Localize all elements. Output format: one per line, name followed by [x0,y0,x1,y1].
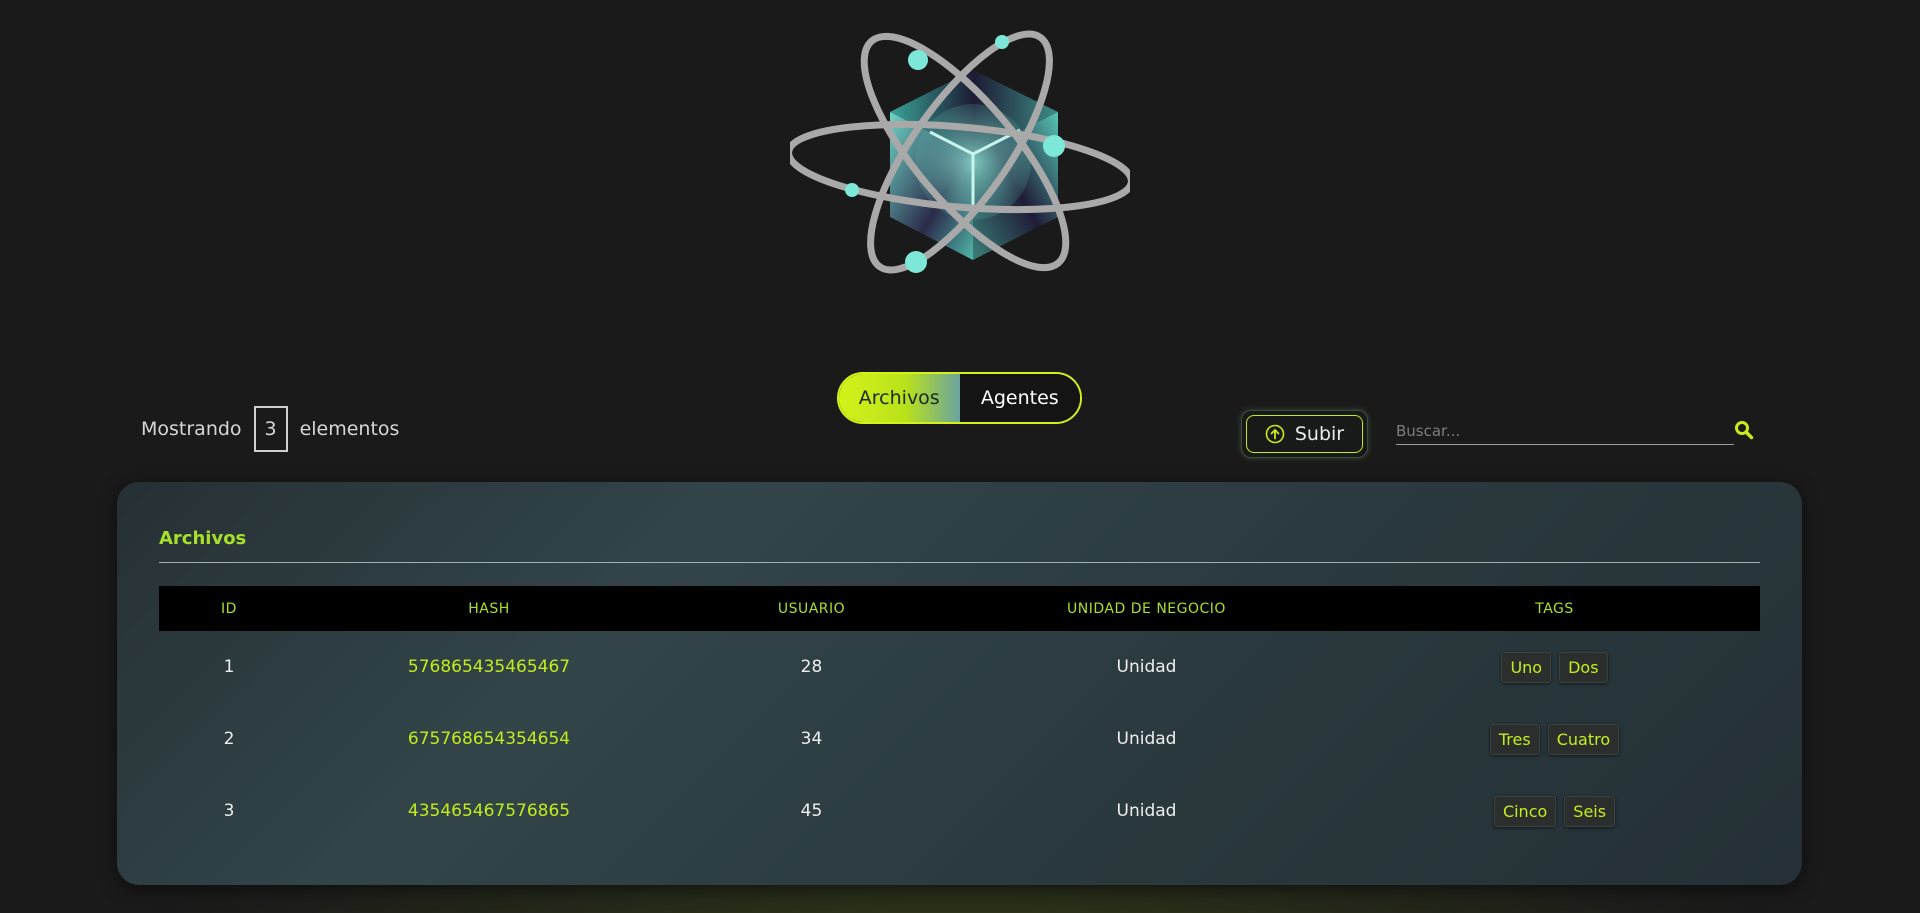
upload-button-frame: Subir [1241,410,1368,458]
column-header-usuario: USUARIO [777,600,846,617]
cell-hash[interactable]: 576865435465467 [299,631,679,703]
tag-chip[interactable]: Cuatro [1547,723,1620,755]
cell-tags: Uno Dos [1349,631,1760,703]
cell-hash[interactable]: 675768654354654 [299,703,679,775]
panel-divider [159,562,1760,563]
column-header-unidad: UNIDAD DE NEGOCIO [1067,600,1226,617]
tag-chip[interactable]: Dos [1559,651,1608,683]
search-icon[interactable] [1734,420,1754,440]
cell-usuario: 28 [800,657,823,677]
tag-chip[interactable]: Tres [1489,723,1540,755]
tab-archivos[interactable]: Archivos [839,374,960,422]
table-row[interactable]: 3 435465467576865 45 Unidad Cinco Seis [159,775,1760,847]
count-value[interactable]: 3 [253,406,288,452]
files-panel: Archivos ID HASH USUARIO UNIDAD DE NEGOC… [117,482,1802,885]
column-header-id: ID [221,600,237,617]
atom-cube-logo [790,30,1130,274]
table-header: ID HASH USUARIO UNIDAD DE NEGOCIO TAGS [159,586,1760,631]
table-row[interactable]: 1 576865435465467 28 Unidad Uno Dos [159,631,1760,703]
cell-unidad: Unidad [1116,657,1177,677]
cell-hash[interactable]: 435465467576865 [299,775,679,847]
tab-agentes[interactable]: Agentes [959,374,1080,422]
cell-usuario: 34 [800,729,823,749]
tag-chip[interactable]: Seis [1564,795,1616,827]
search-field [1396,418,1734,446]
arrow-up-circle-icon [1265,424,1285,444]
files-table: ID HASH USUARIO UNIDAD DE NEGOCIO TAGS 1… [159,586,1760,847]
cell-tags: Cinco Seis [1349,775,1760,847]
upload-button[interactable]: Subir [1246,415,1363,453]
tag-chip[interactable]: Cinco [1493,795,1557,827]
items-count: Mostrando 3 elementos [141,406,399,452]
cell-unidad: Unidad [1116,801,1177,821]
cell-id: 1 [223,657,235,677]
cell-tags: Tres Cuatro [1349,703,1760,775]
count-prefix: Mostrando [141,418,242,440]
cell-id: 2 [223,729,235,749]
table-row[interactable]: 2 675768654354654 34 Unidad Tres Cuatro [159,703,1760,775]
search-input[interactable] [1396,418,1734,445]
cell-id: 3 [223,801,235,821]
count-suffix: elementos [299,418,400,440]
cell-unidad: Unidad [1116,729,1177,749]
tag-chip[interactable]: Uno [1501,651,1552,683]
cell-usuario: 45 [800,801,823,821]
view-toggle: Archivos Agentes [837,372,1082,424]
upload-label: Subir [1294,423,1345,445]
column-header-hash: HASH [468,600,510,617]
panel-title: Archivos [159,528,247,549]
column-header-tags: TAGS [1535,600,1574,617]
